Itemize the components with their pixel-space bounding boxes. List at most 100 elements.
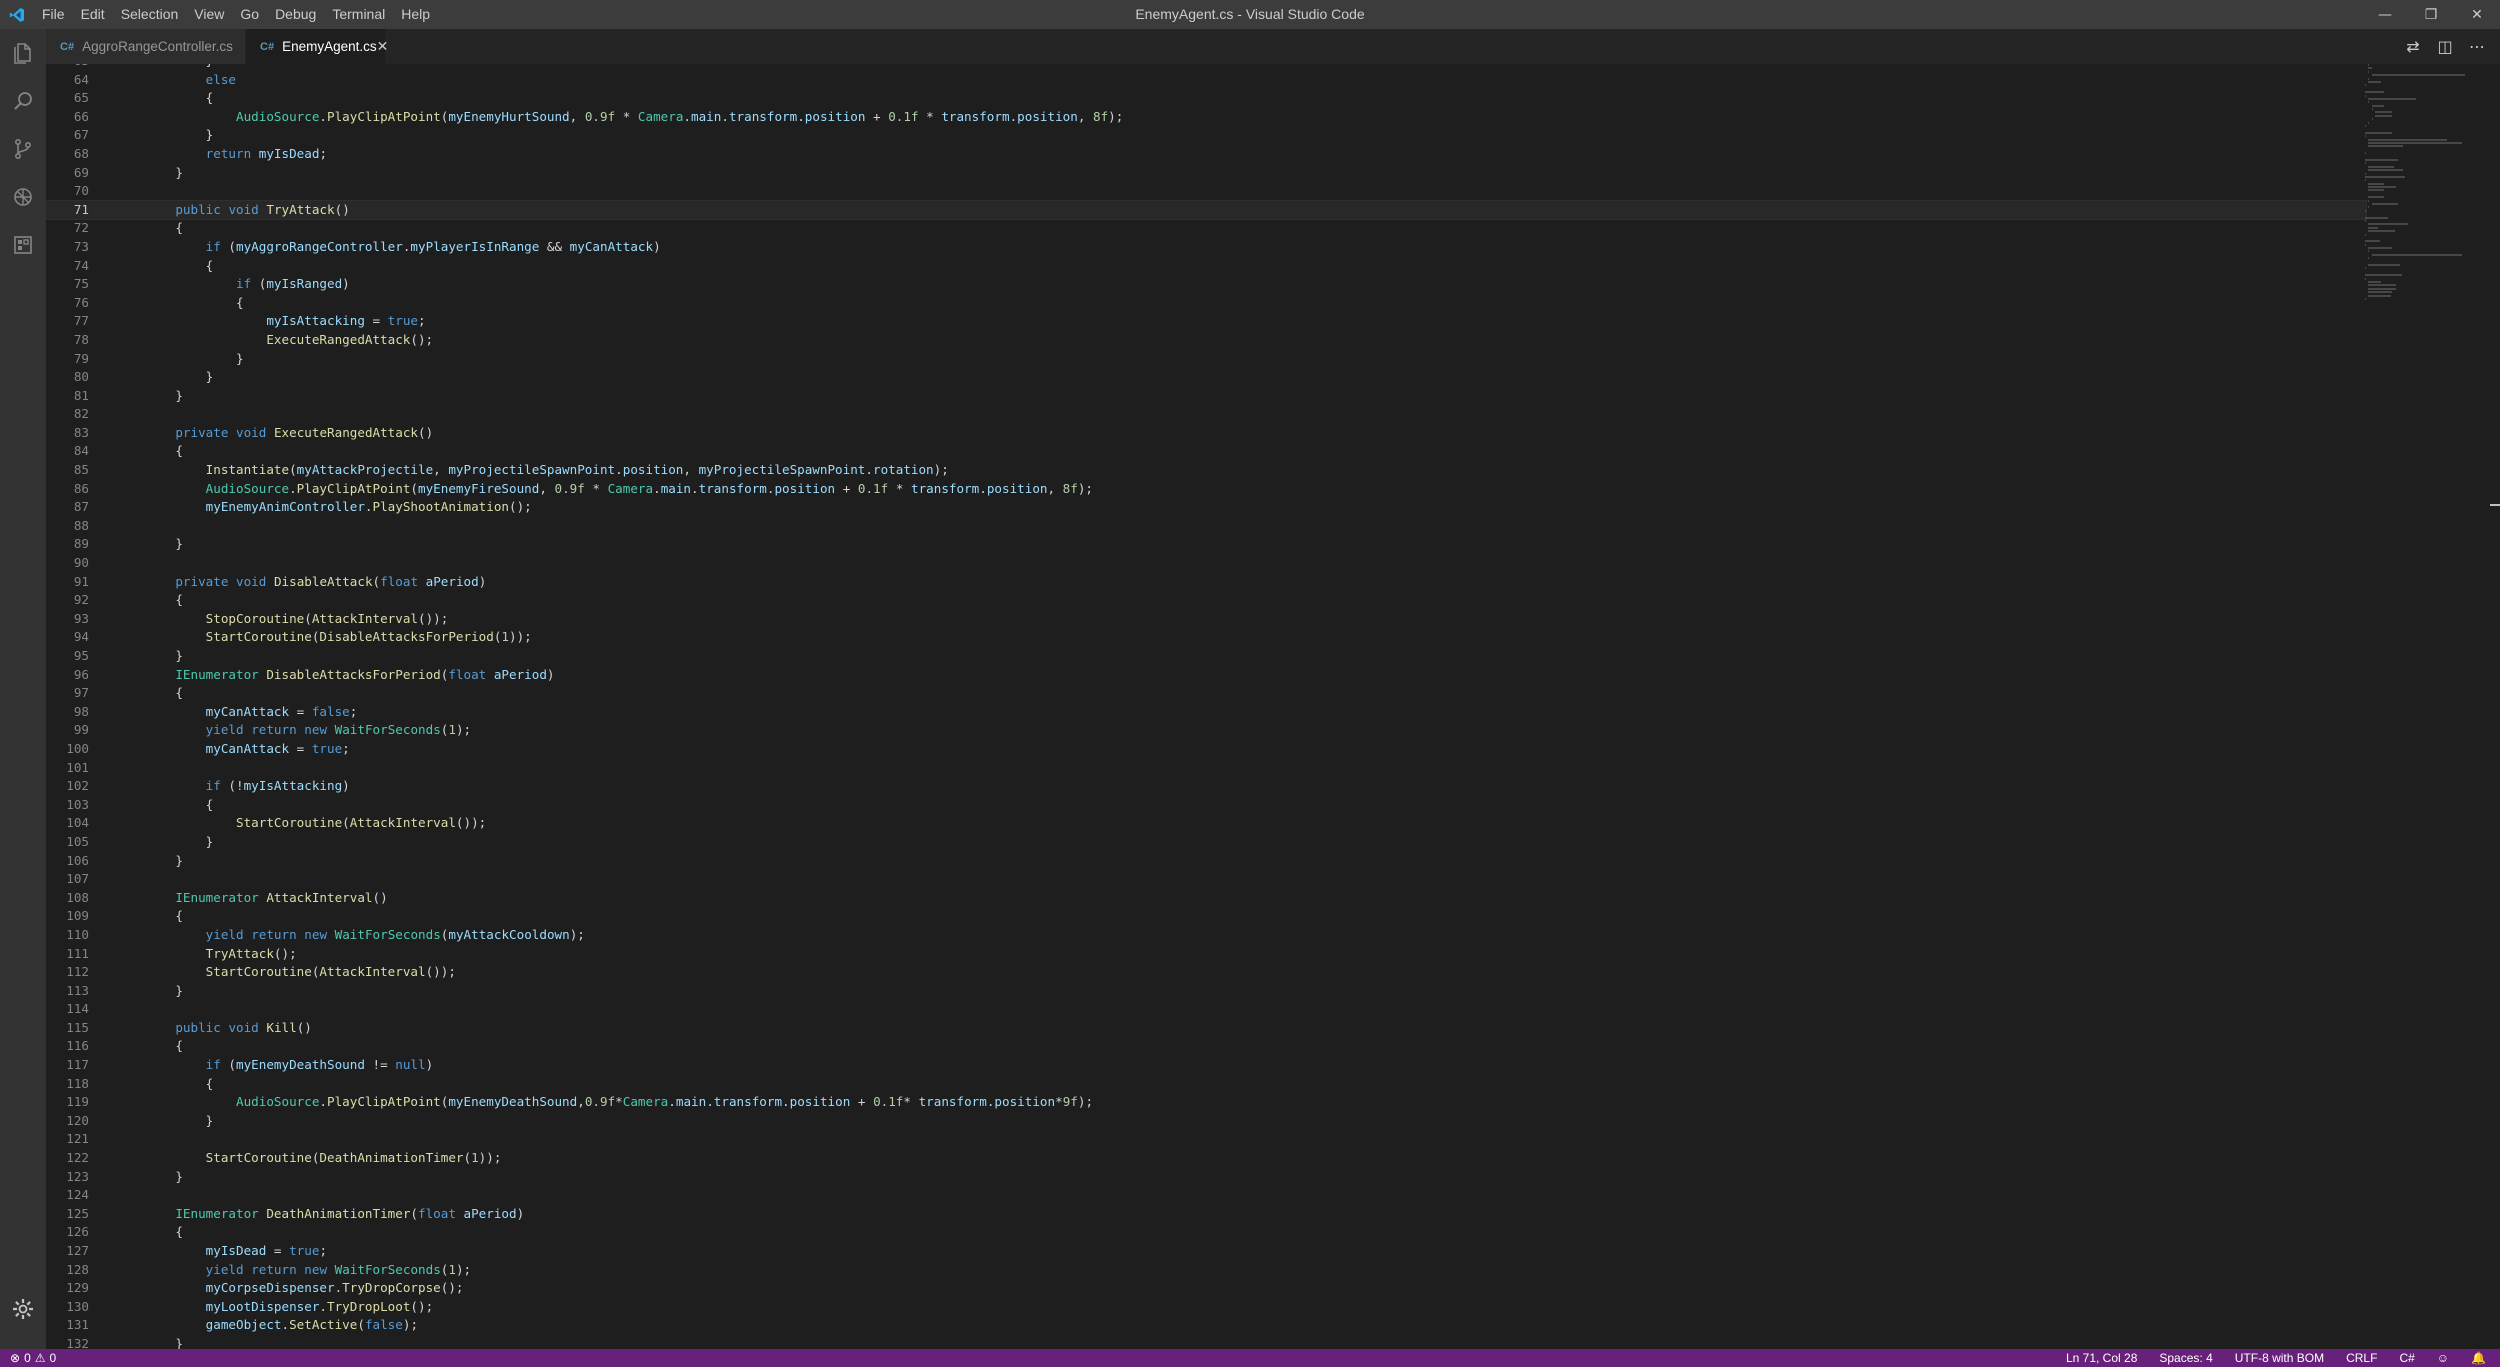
debug-icon[interactable]: [0, 173, 46, 221]
code-line[interactable]: 119 AudioSource.PlayClipAtPoint(myEnemyD…: [46, 1093, 2366, 1112]
notifications-bell-icon[interactable]: 🔔: [2471, 1351, 2486, 1365]
search-icon[interactable]: [0, 77, 46, 125]
code-line[interactable]: 83 private void ExecuteRangedAttack(): [46, 424, 2366, 443]
code-line[interactable]: 106 }: [46, 852, 2366, 871]
menu-debug[interactable]: Debug: [267, 0, 324, 29]
code-line[interactable]: 74 {: [46, 257, 2366, 276]
extensions-icon[interactable]: [0, 221, 46, 269]
minimap[interactable]: [2362, 64, 2472, 384]
explorer-icon[interactable]: [0, 29, 46, 77]
more-actions-icon[interactable]: ⋯: [2464, 34, 2490, 60]
code-line[interactable]: 105 }: [46, 833, 2366, 852]
code-line[interactable]: 86 AudioSource.PlayClipAtPoint(myEnemyFi…: [46, 480, 2366, 499]
file-encoding[interactable]: UTF-8 with BOM: [2235, 1351, 2324, 1365]
code-line[interactable]: 66 AudioSource.PlayClipAtPoint(myEnemyHu…: [46, 108, 2366, 127]
code-line[interactable]: 132 }: [46, 1335, 2366, 1349]
code-line[interactable]: 126 {: [46, 1223, 2366, 1242]
code-line[interactable]: 87 myEnemyAnimController.PlayShootAnimat…: [46, 498, 2366, 517]
code-line[interactable]: 113 }: [46, 982, 2366, 1001]
code-line[interactable]: 125 IEnumerator DeathAnimationTimer(floa…: [46, 1205, 2366, 1224]
code-editor[interactable]: 63 }64 else65 {66 AudioSource.PlayClipAt…: [46, 64, 2500, 1349]
code-line[interactable]: 65 {: [46, 89, 2366, 108]
code-line[interactable]: 129 myCorpseDispenser.TryDropCorpse();: [46, 1279, 2366, 1298]
code-line[interactable]: 123 }: [46, 1168, 2366, 1187]
settings-gear-icon[interactable]: [0, 1285, 46, 1333]
code-line[interactable]: 101: [46, 759, 2366, 778]
menu-file[interactable]: File: [34, 0, 73, 29]
code-line[interactable]: 130 myLootDispenser.TryDropLoot();: [46, 1298, 2366, 1317]
tab-enemy-agent[interactable]: C# EnemyAgent.cs ✕: [246, 29, 389, 64]
open-changes-icon[interactable]: ⇄: [2400, 34, 2426, 60]
code-line[interactable]: 102 if (!myIsAttacking): [46, 777, 2366, 796]
code-line[interactable]: 92 {: [46, 591, 2366, 610]
menu-terminal[interactable]: Terminal: [324, 0, 393, 29]
code-line[interactable]: 127 myIsDead = true;: [46, 1242, 2366, 1261]
code-line[interactable]: 118 {: [46, 1075, 2366, 1094]
code-line[interactable]: 71 public void TryAttack(): [46, 199, 2367, 221]
code-line[interactable]: 73 if (myAggroRangeController.myPlayerIs…: [46, 238, 2366, 257]
code-line[interactable]: 120 }: [46, 1112, 2366, 1131]
indentation[interactable]: Spaces: 4: [2159, 1351, 2212, 1365]
code-line[interactable]: 64 else: [46, 71, 2366, 90]
code-line[interactable]: 128 yield return new WaitForSeconds(1);: [46, 1261, 2366, 1280]
code-line[interactable]: 93 StopCoroutine(AttackInterval());: [46, 610, 2366, 629]
cursor-position[interactable]: Ln 71, Col 28: [2066, 1351, 2137, 1365]
menu-go[interactable]: Go: [232, 0, 267, 29]
code-line[interactable]: 117 if (myEnemyDeathSound != null): [46, 1056, 2366, 1075]
code-line[interactable]: 91 private void DisableAttack(float aPer…: [46, 573, 2366, 592]
code-line[interactable]: 69 }: [46, 164, 2366, 183]
code-line[interactable]: 90: [46, 554, 2366, 573]
code-line[interactable]: 84 {: [46, 442, 2366, 461]
close-window-icon[interactable]: ✕: [2454, 0, 2500, 29]
code-line[interactable]: 116 {: [46, 1037, 2366, 1056]
code-line[interactable]: 122 StartCoroutine(DeathAnimationTimer(1…: [46, 1149, 2366, 1168]
code-line[interactable]: 110 yield return new WaitForSeconds(myAt…: [46, 926, 2366, 945]
code-line[interactable]: 80 }: [46, 368, 2366, 387]
code-line[interactable]: 111 TryAttack();: [46, 945, 2366, 964]
code-line[interactable]: 76 {: [46, 294, 2366, 313]
code-line[interactable]: 98 myCanAttack = false;: [46, 703, 2366, 722]
code-line[interactable]: 112 StartCoroutine(AttackInterval());: [46, 963, 2366, 982]
code-line[interactable]: 114: [46, 1000, 2366, 1019]
code-line[interactable]: 104 StartCoroutine(AttackInterval());: [46, 814, 2366, 833]
source-control-icon[interactable]: [0, 125, 46, 173]
code-line[interactable]: 115 public void Kill(): [46, 1019, 2366, 1038]
tab-aggro-range-controller[interactable]: C# AggroRangeController.cs: [46, 29, 246, 64]
menu-view[interactable]: View: [186, 0, 232, 29]
language-mode[interactable]: C#: [2399, 1351, 2414, 1365]
code-line[interactable]: 94 StartCoroutine(DisableAttacksForPerio…: [46, 628, 2366, 647]
code-line[interactable]: 88: [46, 517, 2366, 536]
code-line[interactable]: 67 }: [46, 126, 2366, 145]
code-line[interactable]: 89 }: [46, 535, 2366, 554]
code-line[interactable]: 131 gameObject.SetActive(false);: [46, 1316, 2366, 1335]
restore-icon[interactable]: ❐: [2408, 0, 2454, 29]
menu-edit[interactable]: Edit: [73, 0, 113, 29]
code-line[interactable]: 77 myIsAttacking = true;: [46, 312, 2366, 331]
code-line[interactable]: 75 if (myIsRanged): [46, 275, 2366, 294]
code-line[interactable]: 97 {: [46, 684, 2366, 703]
code-line[interactable]: 107: [46, 870, 2366, 889]
vertical-scrollbar[interactable]: [2486, 64, 2500, 1349]
code-line[interactable]: 68 return myIsDead;: [46, 145, 2366, 164]
code-line[interactable]: 79 }: [46, 350, 2366, 369]
code-line[interactable]: 81 }: [46, 387, 2366, 406]
code-line[interactable]: 95 }: [46, 647, 2366, 666]
code-line[interactable]: 109 {: [46, 907, 2366, 926]
split-editor-icon[interactable]: ◫: [2432, 34, 2458, 60]
close-tab-icon[interactable]: ✕: [377, 38, 389, 55]
code-line[interactable]: 78 ExecuteRangedAttack();: [46, 331, 2366, 350]
code-line[interactable]: 82: [46, 405, 2366, 424]
menu-help[interactable]: Help: [393, 0, 438, 29]
code-line[interactable]: 100 myCanAttack = true;: [46, 740, 2366, 759]
code-line[interactable]: 63 }: [46, 64, 2366, 71]
code-line[interactable]: 72 {: [46, 219, 2366, 238]
code-line[interactable]: 85 Instantiate(myAttackProjectile, myPro…: [46, 461, 2366, 480]
code-line[interactable]: 96 IEnumerator DisableAttacksForPeriod(f…: [46, 666, 2366, 685]
feedback-smiley-icon[interactable]: ☺: [2437, 1351, 2449, 1365]
menu-selection[interactable]: Selection: [113, 0, 187, 29]
code-line[interactable]: 70: [46, 182, 2366, 201]
code-line[interactable]: 108 IEnumerator AttackInterval(): [46, 889, 2366, 908]
code-line[interactable]: 124: [46, 1186, 2366, 1205]
code-line[interactable]: 103 {: [46, 796, 2366, 815]
problems-indicator[interactable]: ⊗ 0 ⚠ 0: [0, 1351, 56, 1365]
